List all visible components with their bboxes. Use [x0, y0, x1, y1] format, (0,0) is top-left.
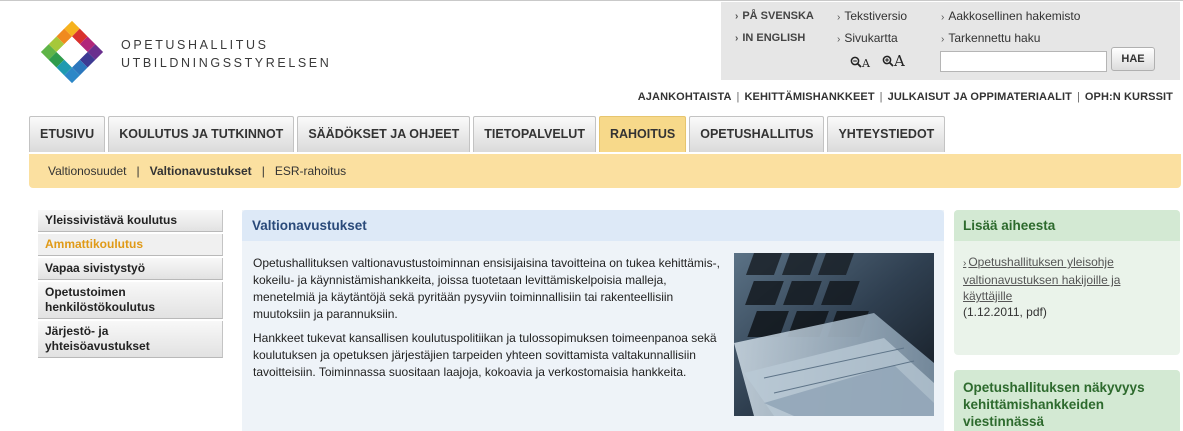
org-name-sv: UTBILDNINGSSTYRELSEN: [121, 56, 332, 70]
tab-opetushallitus[interactable]: OPETUSHALLITUS: [689, 116, 825, 152]
secondary-nav-kehittamishankkeet[interactable]: KEHITTÄMISHANKKEET: [745, 91, 875, 103]
az-index-link[interactable]: › Aakkosellinen hakemisto: [941, 9, 1080, 23]
main-tabs: ETUSIVU KOULUTUS JA TUTKINNOT SÄÄDÖKSET …: [29, 116, 946, 152]
related-box: Lisää aiheesta › Opetushallituksen yleiso…: [954, 210, 1180, 355]
chevron-right-icon: ›: [963, 258, 967, 269]
main-text: Opetushallituksen valtionavustustoiminna…: [253, 255, 728, 388]
related-guide-meta: (1.12.2011, pdf): [963, 305, 1047, 319]
tab-tietopalvelut[interactable]: TIETOPALVELUT: [473, 116, 596, 152]
related-guide-link[interactable]: › Opetushallituksen yleisohje valtionavus…: [963, 255, 1120, 303]
lang-english-link[interactable]: › IN ENGLISH: [735, 32, 805, 44]
tab-rahoitus[interactable]: RAHOITUS: [598, 116, 687, 152]
leftnav-item-yleissivistava[interactable]: Yleissivistävä koulutus: [38, 210, 223, 232]
money-calculator-photo: [734, 253, 934, 416]
sitemap-link[interactable]: › Sivukartta: [837, 31, 898, 45]
tab-yhteystiedot[interactable]: YHTEYSTIEDOT: [827, 116, 946, 152]
related-box-body: › Opetushallituksen yleisohje valtionavus…: [954, 241, 1180, 333]
secondary-nav-julkaisut[interactable]: JULKAISUT JA OPPIMATERIAALIT: [888, 91, 1072, 103]
advanced-search-link[interactable]: › Tarkennettu haku: [941, 31, 1040, 45]
zoom-in-button[interactable]: A: [882, 51, 905, 70]
opetushallitus-logo-icon[interactable]: [38, 18, 106, 86]
leftnav-item-ammattikoulutus[interactable]: Ammattikoulutus: [38, 234, 223, 256]
chevron-right-icon: ›: [735, 33, 739, 44]
subnav-esr-rahoitus[interactable]: ESR-rahoitus: [275, 164, 346, 178]
chevron-right-icon: ›: [837, 12, 841, 23]
body-paragraph: Hankkeet tukevat kansallisen koulutuspol…: [253, 331, 717, 379]
tab-saadokset[interactable]: SÄÄDÖKSET JA OHJEET: [297, 116, 471, 152]
leftnav-item-jarjestoavustukset[interactable]: Järjestö- ja yhteisöavustukset: [38, 321, 223, 358]
secondary-nav-ajankohtaista[interactable]: AJANKOHTAISTA: [638, 91, 732, 103]
visibility-box-title[interactable]: Opetushallituksen näkyvyys kehittämishan…: [954, 370, 1180, 431]
main-content: Valtionavustukset Opetushallituksen valt…: [242, 210, 944, 431]
secondary-nav: AJANKOHTAISTA | KEHITTÄMISHANKKEET | JULKAIS…: [637, 91, 1173, 103]
chevron-right-icon: ›: [941, 12, 945, 23]
org-name-fi: OPETUSHALLITUS: [121, 38, 269, 52]
leftnav-item-vapaa-sivistystyo[interactable]: Vapaa sivistystyö: [38, 258, 223, 280]
lang-swedish-link[interactable]: › PÅ SVENSKA: [735, 10, 814, 22]
zoom-out-icon: [850, 56, 862, 68]
left-nav: Yleissivistävä koulutus Ammattikoulutus …: [38, 210, 223, 360]
subnav-bar: Valtionosuudet | Valtionavustukset | ESR-rah…: [29, 154, 1181, 188]
chevron-right-icon: ›: [837, 34, 841, 45]
zoom-out-button[interactable]: A: [850, 52, 870, 71]
subnav-valtionosuudet[interactable]: Valtionosuudet: [48, 164, 127, 178]
zoom-in-icon: [882, 55, 894, 67]
page-title: Valtionavustukset: [242, 210, 944, 241]
related-box-title: Lisää aiheesta: [954, 210, 1180, 241]
visibility-box: Opetushallituksen näkyvyys kehittämishan…: [954, 370, 1180, 431]
chevron-right-icon: ›: [941, 34, 945, 45]
chevron-right-icon: ›: [735, 11, 739, 22]
tab-etusivu[interactable]: ETUSIVU: [29, 116, 106, 152]
org-name[interactable]: OPETUSHALLITUS UTBILDNINGSSTYRELSEN: [121, 36, 331, 72]
text-version-link[interactable]: › Tekstiversio: [837, 9, 907, 23]
top-border: [0, 0, 1183, 1]
secondary-nav-kurssit[interactable]: OPH:N KURSSIT: [1085, 91, 1173, 103]
search-input[interactable]: [940, 51, 1107, 72]
intro-paragraph: Opetushallituksen valtionavustustoiminna…: [253, 256, 720, 321]
leftnav-item-henkilostokoulutus[interactable]: Opetustoimen henkilöstökoulutus: [38, 282, 223, 319]
subnav-valtionavustukset[interactable]: Valtionavustukset: [150, 164, 252, 178]
tab-koulutus[interactable]: KOULUTUS JA TUTKINNOT: [108, 116, 295, 152]
search-button[interactable]: HAE: [1111, 47, 1155, 71]
